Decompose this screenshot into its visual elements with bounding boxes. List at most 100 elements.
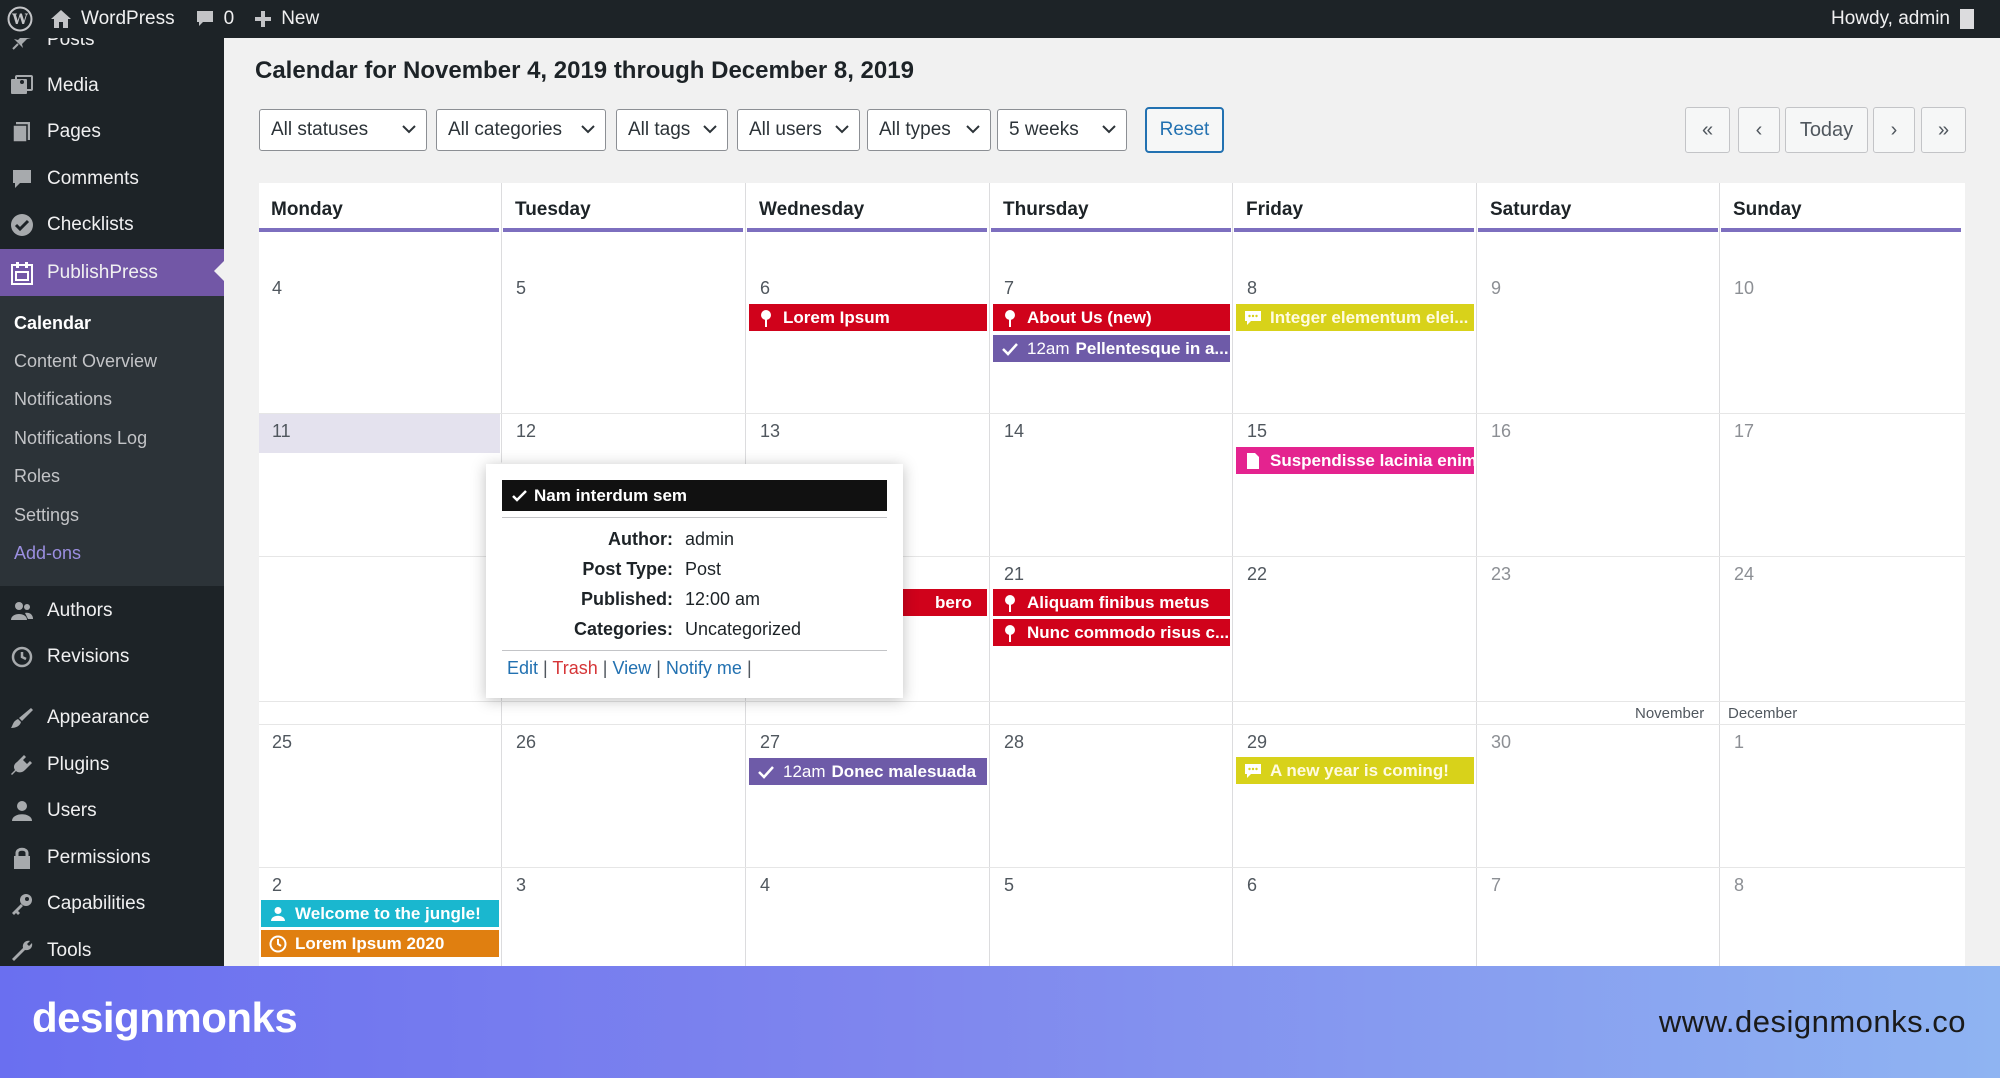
menu-pages[interactable]: Pages <box>0 110 224 154</box>
day-number: 6 <box>760 278 771 298</box>
user-icon <box>269 905 287 923</box>
post-type-label: Post Type: <box>582 559 673 579</box>
menu-revisions[interactable]: Revisions <box>0 635 224 679</box>
svg-text:W: W <box>11 12 28 28</box>
calendar-event[interactable]: Aliquam finibus metus <box>993 589 1230 616</box>
first-page-button[interactable]: « <box>1685 107 1730 153</box>
site-name-link[interactable]: WordPress <box>40 0 185 38</box>
tag-filter-select[interactable]: All tags <box>616 109 728 151</box>
select-value: All statuses <box>271 119 369 140</box>
select-value: All types <box>879 119 951 140</box>
weekday-header: Thursday <box>991 183 1231 231</box>
calendar-event[interactable]: Nunc commodo risus c... <box>993 619 1230 646</box>
media-icon <box>9 73 35 99</box>
last-page-button[interactable]: » <box>1921 107 1966 153</box>
day-number: 4 <box>272 278 283 298</box>
trash-link[interactable]: Trash <box>552 658 597 678</box>
chevron-down-icon <box>1100 120 1118 144</box>
calendar-event[interactable]: Suspendisse lacinia enim <box>1236 447 1474 474</box>
menu-label: Permissions <box>47 847 151 868</box>
menu-authors[interactable]: Authors <box>0 589 224 633</box>
calendar-event[interactable]: Integer elementum elei... <box>1236 304 1474 331</box>
weeks-filter-select[interactable]: 5 weeks <box>997 109 1127 151</box>
menu-checklists[interactable]: Checklists <box>0 203 224 247</box>
calendar-event[interactable]: About Us (new) <box>993 304 1230 331</box>
document-icon <box>1244 452 1262 470</box>
new-label: New <box>281 8 320 29</box>
submenu-content-overview[interactable]: Content Overview <box>14 351 157 372</box>
menu-permissions[interactable]: Permissions <box>0 836 224 880</box>
column-divider <box>1476 183 1477 966</box>
checkmark-icon <box>1001 340 1019 358</box>
menu-capabilities[interactable]: Capabilities <box>0 882 224 926</box>
submenu-notifications[interactable]: Notifications <box>14 389 112 410</box>
submenu-roles[interactable]: Roles <box>14 466 60 487</box>
popup-post-title: Nam interdum sem <box>534 485 688 505</box>
header-underline <box>1478 228 1718 232</box>
comments-count: 0 <box>223 8 235 29</box>
admin-bar: W WordPress 0 New Howdy, admin <box>0 0 2000 38</box>
reset-button[interactable]: Reset <box>1145 107 1224 153</box>
edit-link[interactable]: Edit <box>507 658 538 678</box>
calendar-event[interactable]: Welcome to the jungle! <box>261 900 499 927</box>
speech-bubble-icon <box>1244 309 1262 327</box>
header-underline <box>1234 228 1474 232</box>
category-filter-select[interactable]: All categories <box>436 109 606 151</box>
day-number: 25 <box>272 732 293 752</box>
comments-link[interactable]: 0 <box>185 0 245 38</box>
promo-banner: designmonks www.designmonks.co <box>0 966 2000 1078</box>
menu-media[interactable]: Media <box>0 64 224 108</box>
event-title: Aliquam finibus metus <box>1027 592 1210 612</box>
menu-label: Capabilities <box>47 893 146 914</box>
calendar-event[interactable]: A new year is coming! <box>1236 757 1474 784</box>
howdy-label: Howdy, admin <box>1831 8 1950 29</box>
new-content-link[interactable]: New <box>244 0 329 38</box>
calendar-event[interactable]: 12am Pellentesque in a... <box>993 335 1230 362</box>
previous-week-button[interactable]: ‹ <box>1738 107 1780 153</box>
menu-users[interactable]: Users <box>0 789 224 833</box>
weekday-header: Saturday <box>1478 183 1718 231</box>
calendar-event[interactable]: Lorem Ipsum <box>749 304 987 331</box>
week-divider <box>259 413 1965 414</box>
notify-me-link[interactable]: Notify me <box>666 658 742 678</box>
calendar-event[interactable]: Lorem Ipsum 2020 <box>261 930 499 957</box>
today-button[interactable]: Today <box>1785 107 1868 153</box>
day-number: 6 <box>1247 875 1258 895</box>
menu-comments[interactable]: Comments <box>0 157 224 201</box>
submenu-add-ons[interactable]: Add-ons <box>14 543 81 564</box>
submenu-notifications-log[interactable]: Notifications Log <box>14 428 147 449</box>
next-week-button[interactable]: › <box>1873 107 1915 153</box>
calendar-event[interactable]: 12am Donec malesuada <box>749 758 987 785</box>
status-filter-select[interactable]: All statuses <box>259 109 427 151</box>
main-content: Calendar for November 4, 2019 through De… <box>224 38 2000 966</box>
account-menu[interactable]: Howdy, admin <box>1821 0 2000 38</box>
header-underline <box>1721 228 1961 232</box>
weekday-header: Monday <box>259 183 499 231</box>
menu-posts[interactable]: Posts <box>0 38 224 62</box>
chevron-down-icon <box>400 120 418 144</box>
menu-tools[interactable]: Tools <box>0 929 224 966</box>
type-filter-select[interactable]: All types <box>867 109 991 151</box>
column-divider <box>1719 183 1720 966</box>
chevron-down-icon <box>701 120 719 144</box>
submenu-settings[interactable]: Settings <box>14 505 79 526</box>
column-divider <box>989 183 990 966</box>
menu-plugins[interactable]: Plugins <box>0 743 224 787</box>
menu-label: Tools <box>47 940 92 961</box>
submenu-calendar[interactable]: Calendar <box>14 313 91 334</box>
published-label: Published: <box>580 589 673 609</box>
menu-appearance[interactable]: Appearance <box>0 696 224 740</box>
menu-label: Posts <box>47 38 95 50</box>
view-link[interactable]: View <box>612 658 651 678</box>
event-title: Donec malesuada <box>831 761 977 781</box>
brand-url: www.designmonks.co <box>1658 1004 1966 1039</box>
day-number: 15 <box>1247 421 1268 441</box>
day-number: 5 <box>1004 875 1015 895</box>
wordpress-logo-icon[interactable]: W <box>0 0 40 38</box>
day-number: 14 <box>1004 421 1025 441</box>
user-filter-select[interactable]: All users <box>737 109 860 151</box>
header-underline <box>747 228 987 232</box>
week-divider <box>259 701 1965 702</box>
menu-publishpress[interactable]: PublishPress <box>0 249 224 296</box>
page-title: Calendar for November 4, 2019 through De… <box>255 57 914 84</box>
